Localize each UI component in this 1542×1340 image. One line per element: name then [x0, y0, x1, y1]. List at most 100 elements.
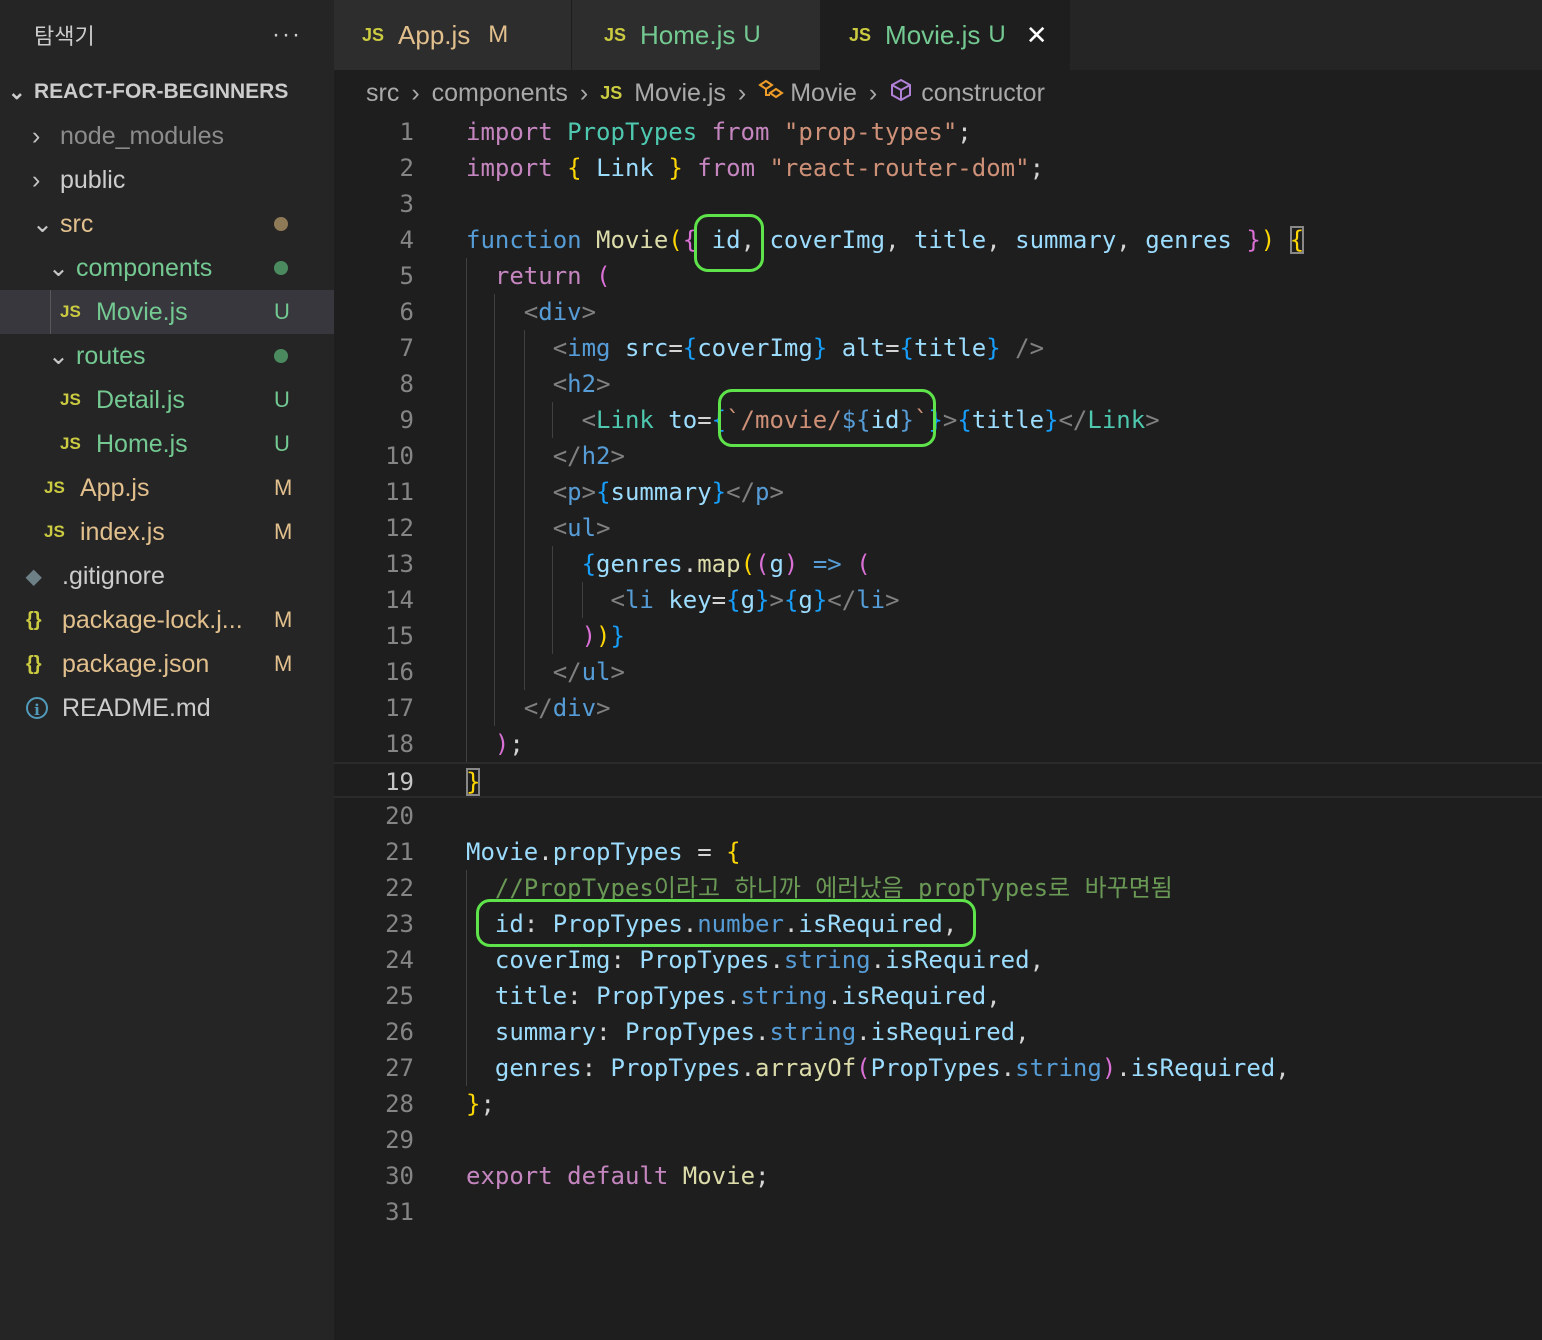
code-line[interactable]: 2 import { Link } from "react-router-dom"… — [334, 150, 1542, 186]
code-token: div — [538, 298, 582, 326]
code-line[interactable]: 21 Movie.propTypes = { — [334, 834, 1542, 870]
code-line[interactable]: 16 </ul> — [334, 654, 1542, 690]
code-line[interactable]: 24 coverImg: PropTypes.string.isRequired… — [334, 942, 1542, 978]
breadcrumb-item[interactable]: constructor — [921, 79, 1045, 108]
code-token: > — [885, 586, 900, 614]
indent-guide — [552, 402, 553, 438]
tree-item-home-js[interactable]: JS Home.js U — [0, 422, 334, 466]
code-token: summary — [1015, 226, 1117, 254]
tree-item-index-js[interactable]: JS index.js M — [0, 510, 334, 554]
code-token: . — [682, 910, 698, 938]
code-line[interactable]: 31 — [334, 1194, 1542, 1230]
javascript-file-icon: JS — [849, 24, 872, 45]
tree-item-public[interactable]: › public — [0, 158, 334, 202]
tree-item-gitignore[interactable]: ◆ .gitignore — [0, 554, 334, 598]
close-icon[interactable]: ✕ — [1026, 20, 1048, 51]
line-number: 13 — [385, 550, 414, 578]
tree-item-node-modules[interactable]: › node_modules — [0, 114, 334, 158]
tree-item-routes[interactable]: ⌄ routes — [0, 334, 334, 378]
code-line[interactable]: 1 import PropTypes from "prop-types"; — [334, 114, 1542, 150]
code-token: > — [610, 442, 625, 470]
code-line[interactable]: 29 — [334, 1122, 1542, 1158]
code-text: //PropTypes이라고 하니까 에러났음 propTypes로 바꾸면됨 — [466, 870, 1173, 906]
code-token: ; — [755, 1162, 770, 1190]
code-line[interactable]: 28}; — [334, 1086, 1542, 1122]
indent-guide — [524, 330, 525, 690]
code-line[interactable]: 25 title: PropTypes.string.isRequired, — [334, 978, 1542, 1014]
code-line[interactable]: 6 <div> — [334, 294, 1542, 330]
breadcrumb-item[interactable]: components — [432, 79, 568, 108]
code-line[interactable]: 26 summary: PropTypes.string.isRequired, — [334, 1014, 1542, 1050]
code-line[interactable]: 27 genres: PropTypes.arrayOf(PropTypes.s… — [334, 1050, 1542, 1086]
code-token: PropTypes — [567, 118, 698, 146]
code-token: Link — [596, 406, 654, 434]
code-token: = — [697, 406, 712, 434]
code-token: export — [466, 1162, 553, 1190]
code-line[interactable]: 20 — [334, 798, 1542, 834]
tab-movie-js[interactable]: JS Movie.js U ✕ — [821, 0, 1070, 70]
code-line[interactable]: 18 ); — [334, 726, 1542, 762]
code-line[interactable]: 5 return ( — [334, 258, 1542, 294]
tab-app-js[interactable]: JS App.js M — [334, 0, 572, 70]
code-token: string — [783, 946, 871, 974]
tree-item-label: components — [76, 253, 213, 282]
code-line[interactable]: 7 <img src={coverImg} alt={title} /> — [334, 330, 1542, 366]
breadcrumb-item[interactable]: src — [366, 79, 399, 108]
code-line[interactable]: 9 <Link to={`/movie/${id}`}>{title}</Lin… — [334, 402, 1542, 438]
indent-guide — [494, 294, 495, 726]
code-line[interactable]: 17 </div> — [334, 690, 1542, 726]
code-token: , — [740, 226, 770, 254]
javascript-file-icon: JS — [60, 390, 81, 409]
tree-item-detail-js[interactable]: JS Detail.js U — [0, 378, 334, 422]
code-token: > — [596, 514, 611, 542]
code-line[interactable]: 30 export default Movie; — [334, 1158, 1542, 1194]
code-token: PropTypes — [624, 1018, 756, 1046]
tree-item-package-json[interactable]: {} package.json M — [0, 642, 334, 686]
code-token: : — [523, 910, 553, 938]
code-token: from — [711, 118, 770, 146]
code-line[interactable]: 8 <h2> — [334, 366, 1542, 402]
code-line[interactable]: 19} — [334, 762, 1542, 798]
code-token: , — [986, 982, 1001, 1010]
code-token: > — [596, 694, 611, 722]
code-token: { — [682, 226, 698, 254]
breadcrumb-item[interactable]: Movie.js — [634, 79, 726, 108]
tree-item-movie-js[interactable]: JS Movie.js U — [0, 290, 334, 334]
code-editor[interactable]: 1 import PropTypes from "prop-types"; 2 imp… — [334, 114, 1542, 1340]
tree-item-components[interactable]: ⌄ components — [0, 246, 334, 290]
code-token: { — [899, 334, 914, 362]
code-token: arrayOf — [755, 1054, 857, 1082]
code-token: title — [494, 982, 568, 1010]
code-line[interactable]: 14 <li key={g}>{g}</li> — [334, 582, 1542, 618]
tree-item-app-js[interactable]: JS App.js M — [0, 466, 334, 510]
tree-item-src[interactable]: ⌄ src — [0, 202, 334, 246]
more-actions-icon[interactable]: ··· — [272, 21, 302, 49]
code-token: title — [914, 334, 987, 362]
code-line[interactable]: 4 function Movie({ id, coverImg, title, s… — [334, 222, 1542, 258]
code-line[interactable]: 15 ))} — [334, 618, 1542, 654]
code-token: . — [538, 838, 553, 866]
code-token: ( — [856, 1054, 871, 1082]
code-line[interactable]: 22 //PropTypes이라고 하니까 에러났음 propTypes로 바꾸… — [334, 870, 1542, 906]
untracked-dot — [274, 255, 334, 281]
code-text: <li key={g}>{g}</li> — [466, 582, 900, 618]
code-line[interactable]: 13 {genres.map((g) => ( — [334, 546, 1542, 582]
project-section-header[interactable]: ⌄ REACT-FOR-BEGINNERS — [0, 70, 334, 114]
code-line[interactable]: 3 — [334, 186, 1542, 222]
code-text: function Movie({ id, coverImg, title, su… — [466, 222, 1305, 258]
breadcrumb-item[interactable]: Movie — [790, 79, 857, 108]
code-line[interactable]: 23 id: PropTypes.number.isRequired, — [334, 906, 1542, 942]
tree-item-readme[interactable]: i README.md — [0, 686, 334, 730]
line-number: 9 — [399, 406, 414, 434]
code-token: = — [885, 334, 900, 362]
tab-home-js[interactable]: JS Home.js U — [572, 0, 821, 70]
code-line[interactable]: 11 <p>{summary}</p> — [334, 474, 1542, 510]
code-token: . — [769, 946, 784, 974]
tree-item-package-lock[interactable]: {} package-lock.j... M — [0, 598, 334, 642]
code-line[interactable]: 10 </h2> — [334, 438, 1542, 474]
code-line[interactable]: 12 <ul> — [334, 510, 1542, 546]
